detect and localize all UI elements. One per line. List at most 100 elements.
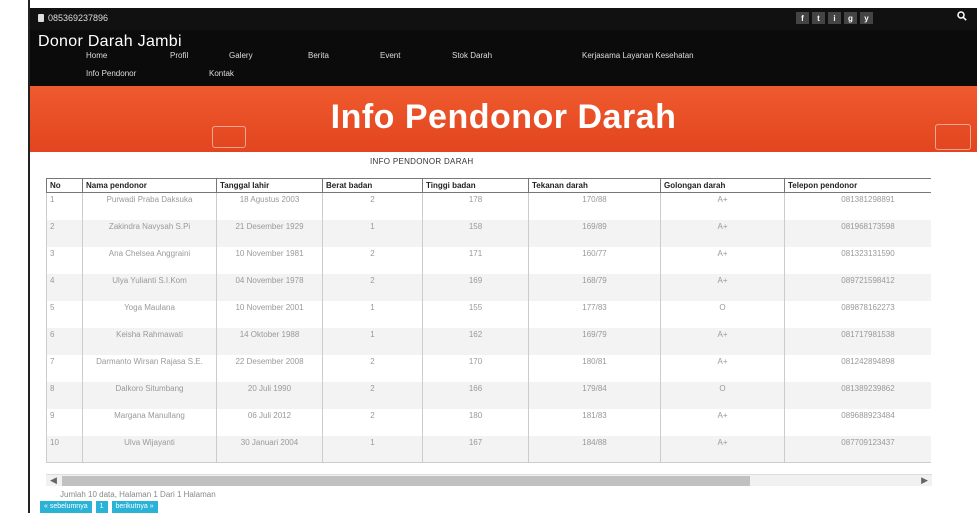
cell-no: 6 (46, 327, 83, 355)
site-header: Donor Darah Jambi Home Profil Galery Ber… (30, 30, 977, 86)
hero-title: Info Pendonor Darah (330, 98, 677, 136)
cell-telepon: 081381298891 (784, 192, 931, 220)
table-row: 8 Dalkoro Situmbang 20 Juli 1990 2 166 179/84… (46, 381, 931, 409)
cell-tekanan-darah: 169/79 (528, 327, 661, 355)
cell-nama: Zakindra Navysah S.Pi (82, 219, 217, 247)
cell-tanggal-lahir: 04 November 1978 (216, 273, 323, 301)
cell-tinggi-badan: 178 (422, 192, 529, 220)
table-row: 3 Ana Chelsea Anggraini 10 November 1981 2 1… (46, 246, 931, 274)
hero-decoration (935, 124, 971, 150)
next-page-button[interactable]: berikutnya » (111, 501, 158, 513)
cell-tekanan-darah: 168/79 (528, 273, 661, 301)
cell-no: 3 (46, 246, 83, 274)
youtube-icon[interactable]: y (860, 12, 873, 24)
nav-info-pendonor[interactable]: Info Pendonor (86, 69, 136, 78)
nav-kerjasama[interactable]: Kerjasama Layanan Kesehatan (582, 51, 694, 60)
cell-telepon: 089688923484 (784, 408, 931, 436)
cell-tanggal-lahir: 10 November 1981 (216, 246, 323, 274)
cell-tanggal-lahir: 22 Desember 2008 (216, 354, 323, 382)
cell-tinggi-badan: 158 (422, 219, 529, 247)
cell-nama: Ulva Wijayanti (82, 435, 217, 463)
phone-contact: 085369237896 (38, 13, 108, 23)
cell-no: 5 (46, 300, 83, 328)
cell-nama: Darmanto Wirsan Rajasa S.E. (82, 354, 217, 382)
cell-berat-badan: 2 (322, 246, 423, 274)
cell-tinggi-badan: 167 (422, 435, 529, 463)
cell-telepon: 089721598412 (784, 273, 931, 301)
col-header-nama: Nama pendonor (82, 178, 217, 193)
scroll-left-icon[interactable]: ◀ (50, 475, 57, 486)
horizontal-scrollbar[interactable]: ◀ ▶ (46, 474, 932, 486)
col-header-golongan-darah: Golongan darah (660, 178, 785, 193)
cell-nama: Dalkoro Situmbang (82, 381, 217, 409)
cell-tanggal-lahir: 21 Desember 1929 (216, 219, 323, 247)
facebook-icon[interactable]: f (796, 12, 809, 24)
table-header-row: No Nama pendonor Tanggal lahir Berat bad… (46, 178, 931, 193)
cell-tinggi-badan: 170 (422, 354, 529, 382)
cell-no: 9 (46, 408, 83, 436)
nav-berita[interactable]: Berita (308, 51, 329, 60)
page-1-button[interactable]: 1 (95, 501, 108, 513)
cell-tekanan-darah: 180/81 (528, 354, 661, 382)
nav-event[interactable]: Event (380, 51, 400, 60)
cell-tanggal-lahir: 30 Januari 2004 (216, 435, 323, 463)
cell-telepon: 081242894898 (784, 354, 931, 382)
phone-number: 085369237896 (48, 13, 109, 23)
table-row: 1 Purwadi Praba Daksuka 18 Agustus 2003 2 17… (46, 192, 931, 220)
col-header-berat-badan: Berat badan (322, 178, 423, 193)
cell-tekanan-darah: 160/77 (528, 246, 661, 274)
cell-berat-badan: 2 (322, 408, 423, 436)
nav-kontak[interactable]: Kontak (209, 69, 234, 78)
nav-stok-darah[interactable]: Stok Darah (452, 51, 492, 60)
cell-berat-badan: 1 (322, 435, 423, 463)
instagram-icon[interactable]: i (828, 12, 841, 24)
cell-golongan-darah: A+ (660, 273, 785, 301)
prev-page-button[interactable]: « sebelumnya (40, 501, 92, 513)
scroll-right-icon[interactable]: ▶ (921, 475, 928, 486)
cell-nama: Purwadi Praba Daksuka (82, 192, 217, 220)
cell-berat-badan: 1 (322, 327, 423, 355)
cell-no: 1 (46, 192, 83, 220)
scrollbar-thumb[interactable] (62, 476, 750, 486)
cell-berat-badan: 1 (322, 300, 423, 328)
cell-tanggal-lahir: 18 Agustus 2003 (216, 192, 323, 220)
col-header-no: No (46, 178, 83, 193)
cell-golongan-darah: A+ (660, 219, 785, 247)
cell-golongan-darah: A+ (660, 246, 785, 274)
cell-tinggi-badan: 155 (422, 300, 529, 328)
cell-berat-badan: 2 (322, 273, 423, 301)
cell-berat-badan: 2 (322, 381, 423, 409)
cell-golongan-darah: A+ (660, 327, 785, 355)
cell-tekanan-darah: 177/83 (528, 300, 661, 328)
nav-home[interactable]: Home (86, 51, 107, 60)
cell-telepon: 081323131590 (784, 246, 931, 274)
col-header-telepon: Telepon pendonor (784, 178, 931, 193)
cell-nama: Ulya Yulianti S.I.Kom (82, 273, 217, 301)
cell-tekanan-darah: 181/83 (528, 408, 661, 436)
google-plus-icon[interactable]: g (844, 12, 857, 24)
cell-golongan-darah: O (660, 300, 785, 328)
cell-nama: Margana Manullang (82, 408, 217, 436)
cell-tinggi-badan: 162 (422, 327, 529, 355)
cell-golongan-darah: A+ (660, 435, 785, 463)
nav-profil[interactable]: Profil (170, 51, 188, 60)
cell-nama: Keisha Rahmawati (82, 327, 217, 355)
cell-berat-badan: 2 (322, 192, 423, 220)
twitter-icon[interactable]: t (812, 12, 825, 24)
cell-telepon: 081968173598 (784, 219, 931, 247)
phone-icon (38, 14, 44, 22)
section-title: INFO PENDONOR DARAH (370, 157, 474, 166)
cell-tekanan-darah: 170/88 (528, 192, 661, 220)
cell-tekanan-darah: 179/84 (528, 381, 661, 409)
nav-galery[interactable]: Galery (229, 51, 253, 60)
cell-tinggi-badan: 171 (422, 246, 529, 274)
social-links: f t i g y (796, 12, 873, 24)
col-header-tinggi-badan: Tinggi badan (422, 178, 529, 193)
table-row: 5 Yoga Maulana 10 November 2001 1 155 177/83 O… (46, 300, 931, 328)
table-scroll-container[interactable]: No Nama pendonor Tanggal lahir Berat bad… (46, 178, 931, 468)
site-brand[interactable]: Donor Darah Jambi (38, 33, 182, 51)
pagination-info: Jumlah 10 data, Halaman 1 Dari 1 Halaman (60, 490, 216, 499)
cell-no: 4 (46, 273, 83, 301)
search-icon[interactable] (957, 11, 967, 24)
cell-tinggi-badan: 169 (422, 273, 529, 301)
